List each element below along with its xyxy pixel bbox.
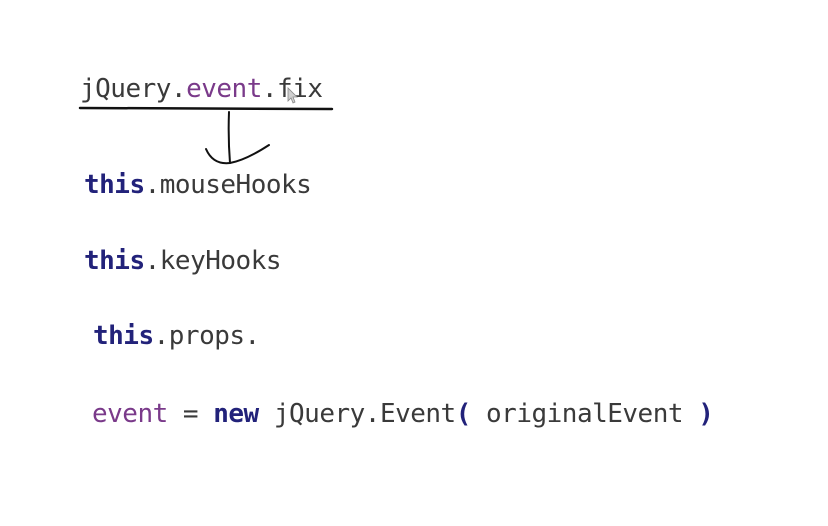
equals-token: = [167,399,214,429]
event-token: event [186,74,262,104]
props-token: props. [168,321,260,351]
new-keyword: new [213,399,259,429]
mousehooks-token: mouseHooks [159,170,312,200]
code-line-this-mousehooks: this.mouseHooks [84,170,312,200]
close-paren: ) [698,399,714,429]
code-line-this-props: this.props. [93,321,260,351]
this-keyword: this [93,321,154,351]
jquery-event-constructor: jQuery.Event [258,399,456,429]
dot-token: . [170,74,187,104]
dot-token: . [144,246,161,276]
fix-token: fix [277,74,323,104]
this-keyword: this [84,246,145,276]
open-paren: ( [455,399,472,429]
dot-token: . [261,74,278,104]
dot-token: . [144,170,161,200]
this-keyword: this [84,170,145,200]
arrow-head-stroke [205,144,270,165]
original-event-arg: originalEvent [470,399,699,429]
jquery-token: jQuery [80,74,171,104]
underline-stroke [78,106,334,111]
code-line-this-keyhooks: this.keyHooks [84,246,282,276]
keyhooks-token: keyHooks [159,246,282,276]
code-line-new-jquery-event: event = new jQuery.Event( originalEvent … [92,399,714,429]
arrow-stem-stroke [227,111,231,164]
dot-token: . [153,321,170,351]
event-variable: event [92,399,168,429]
code-line-jquery-event-fix: jQuery.event.fix [80,74,323,104]
